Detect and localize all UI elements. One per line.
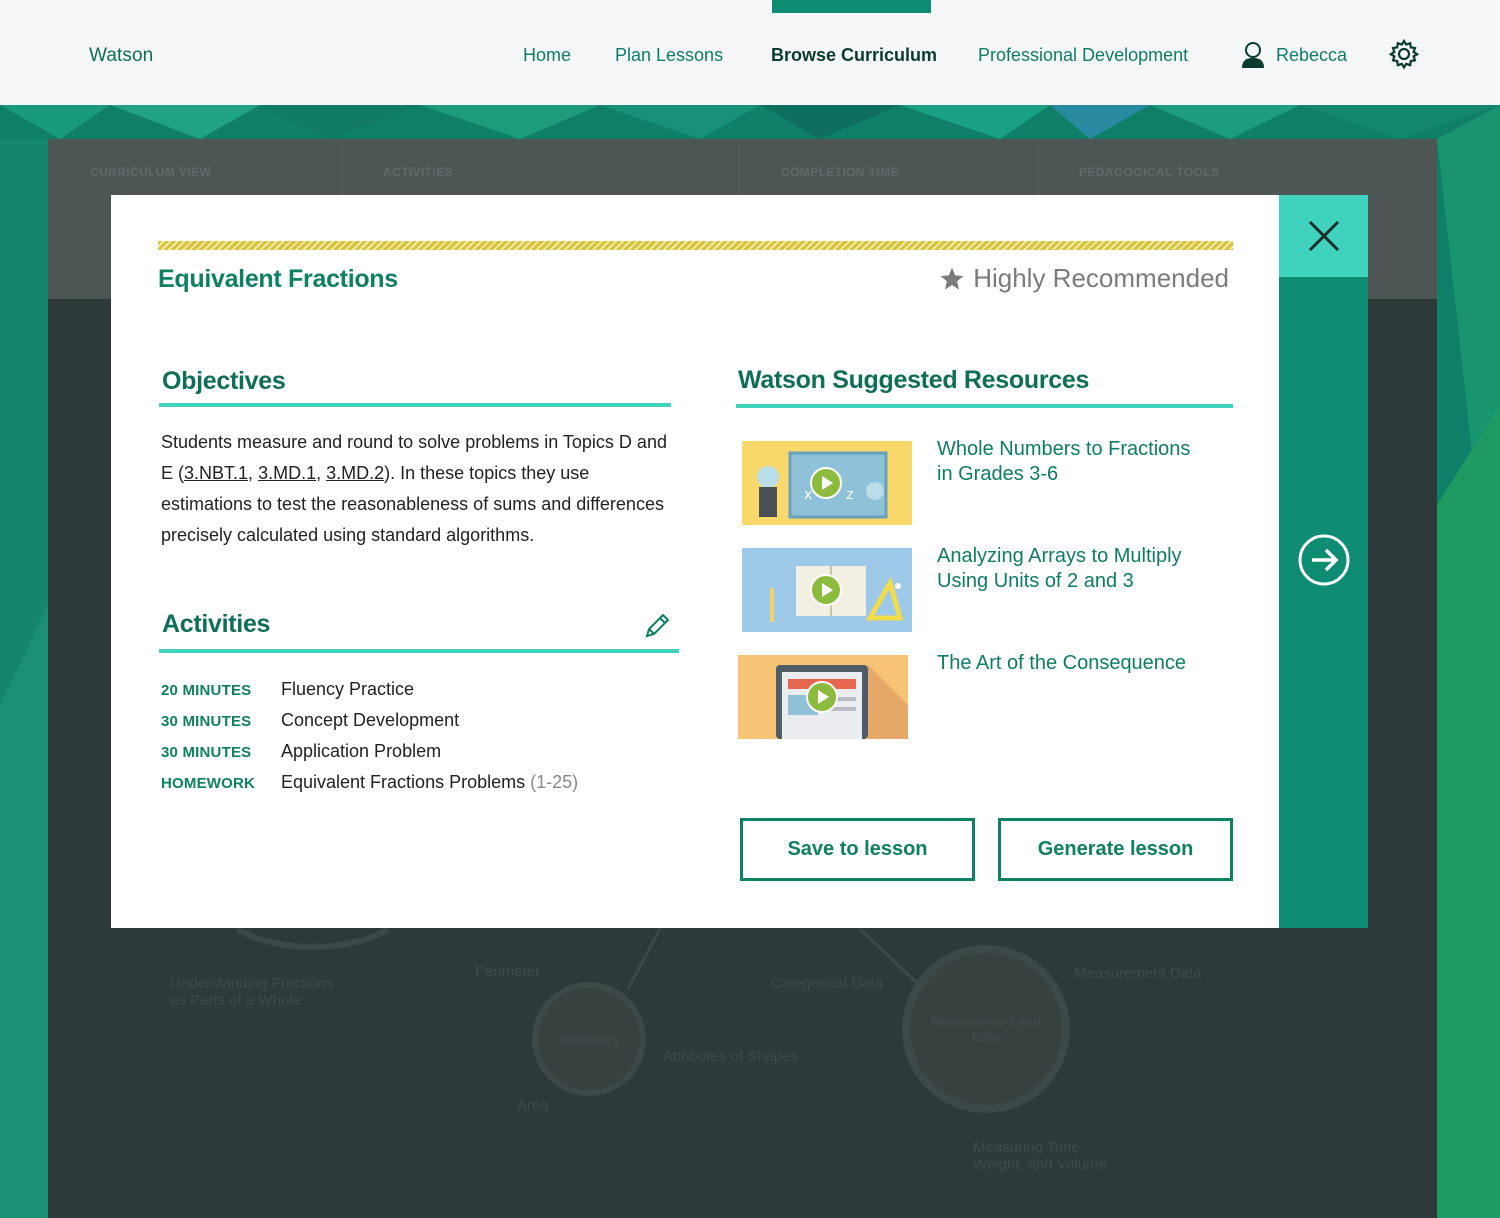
activity-row: 20 MINUTES Fluency Practice [161,679,414,700]
resource-title[interactable]: Analyzing Arrays to Multiply Using Units… [937,544,1207,594]
resource-thumbnail: x z [742,441,912,525]
topic-label: Measurement Data [1074,965,1202,982]
activity-duration: 20 MINUTES [161,682,252,699]
resource-item[interactable]: Analyzing Arrays to Multiply Using Units… [742,545,1182,632]
activity-row: 30 MINUTES Application Problem [161,741,441,762]
resource-title[interactable]: The Art of the Consequence [937,651,1237,676]
next-arrow-icon[interactable] [1298,534,1350,586]
top-navigation: Watson Home Plan Lessons Browse Curricul… [0,0,1500,105]
generate-lesson-button[interactable]: Generate lesson [998,818,1233,881]
close-button[interactable] [1279,195,1368,277]
nav-plan-lessons[interactable]: Plan Lessons [615,45,723,66]
node-geometry-label: Geometry [559,1032,621,1047]
topic-label: Area [517,1097,549,1114]
activity-name: Concept Development [281,710,460,730]
activity-row: 30 MINUTES Concept Development [161,710,459,731]
resource-thumbnail [742,548,912,632]
modal-accent-stripe [158,241,1233,250]
close-icon [1308,220,1339,252]
activities-heading: Activities [162,610,271,638]
standard-link[interactable]: 3.NBT.1 [184,463,248,483]
activity-row: HOMEWORK Equivalent Fractions Problems (… [161,772,578,793]
nav-browse-curriculum[interactable]: Browse Curriculum [771,45,937,66]
user-icon [1242,42,1264,68]
objectives-heading: Objectives [162,367,286,395]
star-icon [940,267,964,290]
svg-text:z: z [846,487,853,503]
video-thumbnail [742,548,912,632]
activity-name: Fluency Practice [281,679,415,699]
resource-item[interactable]: The Art of the Consequence [738,652,1186,739]
video-thumbnail: x z [742,441,912,525]
resource-title[interactable]: Whole Numbers to Fractions in Grades 3-6 [937,437,1207,487]
topic-label: Measuring Time, Weight, and Volume [973,1139,1107,1173]
activity-duration: 30 MINUTES [161,744,252,761]
nav-professional-development[interactable]: Professional Development [978,45,1188,66]
standard-link[interactable]: 3.MD.1 [258,463,316,483]
edit-pencil-icon[interactable] [641,610,673,642]
activity-duration: 30 MINUTES [161,713,252,730]
resources-rule [736,404,1233,408]
activity-range: (1-25) [530,772,579,792]
nav-home[interactable]: Home [523,45,571,66]
lesson-detail-modal: Equivalent Fractions Highly Recommended … [111,195,1279,928]
objectives-rule [159,403,671,407]
activity-duration: HOMEWORK [161,775,256,792]
brand-logo[interactable]: Watson [89,45,153,67]
node-measurement-label: Measurement and Data [930,1014,1042,1044]
resources-heading: Watson Suggested Resources [738,366,1090,394]
objectives-text: Students measure and round to solve prob… [161,432,667,545]
topic-label: Categorical Data [771,975,883,992]
recommendation-label: Highly Recommended [973,263,1229,293]
standard-link[interactable]: 3.MD.2 [326,463,384,483]
nav-active-indicator [772,0,931,13]
gear-icon[interactable] [1388,38,1420,70]
modal-side-rail [1279,195,1368,928]
activities-rule [159,649,679,653]
activity-name: Equivalent Fractions Problems [281,772,526,792]
user-menu[interactable]: Rebecca [1240,40,1347,70]
user-name: Rebecca [1276,44,1348,65]
topic-label: Perimeter [475,963,541,980]
svg-text:x: x [804,487,812,503]
modal-title: Equivalent Fractions [158,265,398,293]
recommendation-badge: Highly Recommended [939,263,1229,294]
resource-item[interactable]: x z Whole Numbers to Fractions in Grades… [742,438,1190,525]
video-thumbnail [738,655,908,739]
topic-label: Understanding Fractions as Parts of a Wh… [170,975,334,1009]
topic-label: Attributes of Shapes [663,1048,799,1065]
activity-name: Application Problem [281,741,442,761]
save-to-lesson-button[interactable]: Save to lesson [740,818,975,881]
resource-thumbnail [738,655,908,739]
